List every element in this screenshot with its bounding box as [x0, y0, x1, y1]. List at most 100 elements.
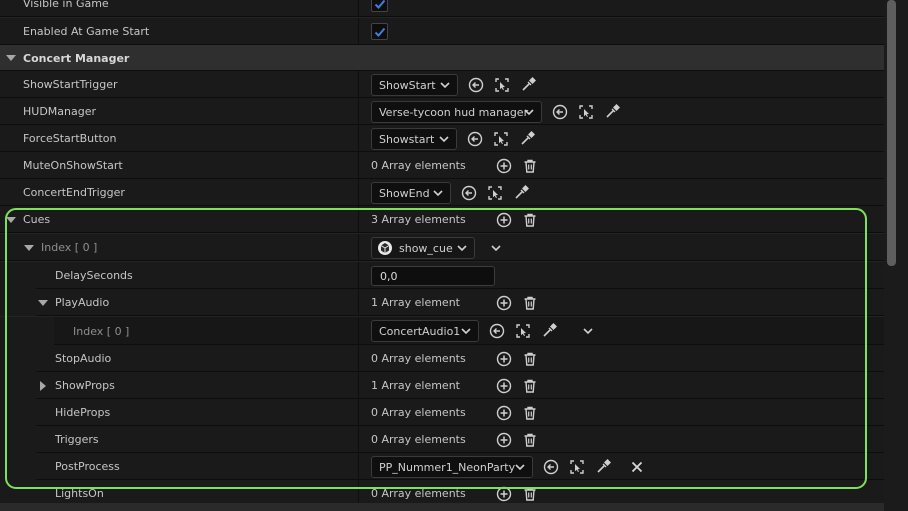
trash-icon[interactable]: [521, 157, 539, 175]
back-arrow-icon[interactable]: [467, 76, 485, 94]
back-arrow-icon[interactable]: [466, 130, 484, 148]
visible-in-game-checkbox[interactable]: [371, 0, 388, 12]
trash-icon[interactable]: [521, 485, 539, 503]
array-count: 1 Array element: [371, 379, 460, 392]
row-hud-manager: HUDManager Verse-tycoon hud manager: [0, 98, 884, 125]
row-cues: Cues 3 Array elements: [0, 206, 884, 233]
trash-icon[interactable]: [521, 211, 539, 229]
eyedropper-icon[interactable]: [603, 103, 621, 121]
row-label: ForceStartButton: [23, 132, 117, 145]
eyedropper-icon[interactable]: [512, 184, 530, 202]
add-element-icon[interactable]: [495, 211, 513, 229]
back-arrow-icon[interactable]: [551, 103, 569, 121]
dropdown-value: show_cue: [399, 241, 453, 255]
row-triggers: Triggers 0 Array elements: [0, 426, 884, 453]
row-force-start-button: ForceStartButton Showstart: [0, 125, 884, 152]
browse-select-icon[interactable]: [514, 322, 532, 340]
add-element-icon[interactable]: [495, 294, 513, 312]
row-label: PlayAudio: [55, 296, 110, 309]
chevron-down-icon: [433, 190, 443, 197]
array-count: 1 Array element: [371, 296, 460, 309]
array-count: 0 Array elements: [371, 159, 466, 172]
add-element-icon[interactable]: [495, 350, 513, 368]
browse-select-icon[interactable]: [577, 103, 595, 121]
checkmark-icon: [374, 0, 385, 9]
blueprint-class-icon: [378, 241, 392, 255]
row-visible-in-game: Visible in Game: [0, 0, 884, 17]
collapse-arrow-icon[interactable]: [24, 244, 34, 251]
force-start-button-dropdown[interactable]: Showstart: [371, 128, 457, 150]
browse-select-icon[interactable]: [568, 458, 586, 476]
chevron-down-icon: [439, 136, 449, 143]
trash-icon[interactable]: [521, 377, 539, 395]
enabled-at-start-checkbox[interactable]: [371, 23, 388, 40]
collapse-arrow-icon[interactable]: [6, 216, 16, 223]
trash-icon[interactable]: [521, 294, 539, 312]
row-concert-end-trigger: ConcertEndTrigger ShowEnd: [0, 179, 884, 206]
category-title: Concert Manager: [23, 51, 130, 65]
back-arrow-icon[interactable]: [488, 322, 506, 340]
eyedropper-icon[interactable]: [540, 322, 558, 340]
clear-x-icon[interactable]: [628, 458, 646, 476]
row-label: ConcertEndTrigger: [23, 186, 125, 199]
trash-icon[interactable]: [521, 404, 539, 422]
row-stop-audio: StopAudio 0 Array elements: [0, 345, 884, 372]
hud-manager-dropdown[interactable]: Verse-tycoon hud manager: [371, 101, 542, 123]
bottom-bar: [0, 503, 884, 511]
add-element-icon[interactable]: [495, 157, 513, 175]
row-delay-seconds: DelaySeconds 0,0: [0, 262, 884, 289]
array-count: 0 Array elements: [371, 433, 466, 446]
browse-select-icon[interactable]: [493, 76, 511, 94]
row-label: Visible in Game: [23, 0, 109, 10]
dropdown-value: ShowStart: [379, 78, 436, 92]
row-play-audio-index-0: Index [ 0 ] ConcertAudio1: [0, 317, 884, 345]
chevron-down-icon: [457, 245, 467, 252]
chevron-down-icon[interactable]: [487, 239, 505, 257]
dropdown-value: PP_Nummer1_NeonParty: [379, 460, 516, 474]
details-panel: Visible in Game Enabled At Game Start Co…: [0, 0, 884, 511]
cue-type-dropdown[interactable]: show_cue: [371, 237, 475, 259]
add-element-icon[interactable]: [495, 431, 513, 449]
dropdown-value: ShowEnd: [379, 186, 430, 200]
eyedropper-icon[interactable]: [518, 130, 536, 148]
add-element-icon[interactable]: [495, 485, 513, 503]
show-start-trigger-dropdown[interactable]: ShowStart: [371, 74, 458, 96]
category-concert-manager[interactable]: Concert Manager: [0, 45, 884, 71]
concert-end-trigger-dropdown[interactable]: ShowEnd: [371, 182, 451, 204]
row-label: StopAudio: [55, 352, 112, 365]
dropdown-value: Verse-tycoon hud manager: [379, 105, 529, 119]
browse-select-icon[interactable]: [486, 184, 504, 202]
play-audio-index-0-dropdown[interactable]: ConcertAudio1: [371, 320, 479, 342]
chevron-down-icon: [440, 82, 450, 89]
chevron-down-icon[interactable]: [579, 322, 597, 340]
delay-seconds-input[interactable]: 0,0: [371, 266, 495, 286]
row-label: DelaySeconds: [55, 269, 133, 282]
browse-select-icon[interactable]: [492, 130, 510, 148]
row-cues-index-0: Index [ 0 ] show_cue: [0, 234, 884, 261]
add-element-icon[interactable]: [495, 404, 513, 422]
row-label: ShowStartTrigger: [23, 78, 118, 91]
collapse-arrow-icon[interactable]: [38, 299, 48, 306]
dropdown-value: Showstart: [379, 132, 435, 146]
scrollbar-thumb[interactable]: [887, 0, 896, 266]
row-enabled-at-game-start: Enabled At Game Start: [0, 18, 884, 45]
chevron-down-icon: [515, 464, 525, 471]
array-count: 3 Array elements: [371, 213, 466, 226]
add-element-icon[interactable]: [495, 377, 513, 395]
row-label: PostProcess: [55, 460, 120, 473]
eyedropper-icon[interactable]: [594, 458, 612, 476]
back-arrow-icon[interactable]: [542, 458, 560, 476]
row-label: Index [ 0 ]: [73, 324, 130, 338]
row-label: Cues: [23, 213, 51, 226]
expand-arrow-icon[interactable]: [40, 380, 46, 391]
back-arrow-icon[interactable]: [460, 184, 478, 202]
row-label: MuteOnShowStart: [23, 159, 123, 172]
trash-icon[interactable]: [521, 350, 539, 368]
collapse-arrow-icon[interactable]: [6, 55, 16, 61]
eyedropper-icon[interactable]: [519, 76, 537, 94]
post-process-dropdown[interactable]: PP_Nummer1_NeonParty: [371, 456, 533, 478]
row-mute-on-show-start: MuteOnShowStart 0 Array elements: [0, 152, 884, 179]
row-hide-props: HideProps 0 Array elements: [0, 399, 884, 426]
row-post-process: PostProcess PP_Nummer1_NeonParty: [0, 453, 884, 480]
trash-icon[interactable]: [521, 431, 539, 449]
